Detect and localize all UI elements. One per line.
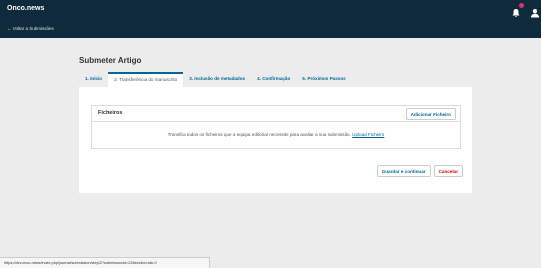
- files-grid: Ficheiros Adicionar Ficheiro Transfira t…: [91, 105, 461, 149]
- add-file-button[interactable]: Adicionar Ficheiro: [405, 108, 456, 120]
- upload-file-link[interactable]: Upload Ficheiro: [352, 132, 384, 137]
- back-to-submissions-link[interactable]: ← Voltar a Submissões: [7, 26, 54, 31]
- page-title: Submeter Artigo: [79, 56, 142, 65]
- browser-status-url: https://dev.onco.news/index.php/journal/…: [0, 257, 210, 268]
- notification-badge: [519, 3, 524, 8]
- files-grid-header: Ficheiros Adicionar Ficheiro: [92, 106, 460, 122]
- files-empty-message: Transfira todos os ficheiros que a equip…: [92, 122, 460, 148]
- tab-metadata[interactable]: 3. Inclusão de metadados: [183, 72, 251, 87]
- tab-start[interactable]: 1. Início: [79, 72, 108, 87]
- tab-next-steps[interactable]: 5. Próximos Passos: [296, 72, 351, 87]
- save-continue-button[interactable]: Guardar e continuar: [376, 165, 431, 177]
- cancel-button[interactable]: Cancelar: [433, 165, 463, 177]
- tab-upload-manuscript[interactable]: 2. Transferência do manuscrito: [108, 72, 184, 87]
- site-brand[interactable]: Onco.news: [7, 5, 44, 12]
- submission-steps-tabs: 1. Início 2. Transferência do manuscrito…: [79, 72, 352, 87]
- upload-panel: Ficheiros Adicionar Ficheiro Transfira t…: [79, 87, 472, 193]
- files-title: Ficheiros: [98, 110, 123, 116]
- tab-confirmation[interactable]: 4. Confirmação: [251, 72, 296, 87]
- user-icon[interactable]: [530, 5, 540, 18]
- form-actions: Guardar e continuar Cancelar: [376, 165, 463, 177]
- files-empty-text: Transfira todos os ficheiros que a equip…: [167, 132, 353, 137]
- top-header: Onco.news ← Voltar a Submissões: [0, 0, 541, 38]
